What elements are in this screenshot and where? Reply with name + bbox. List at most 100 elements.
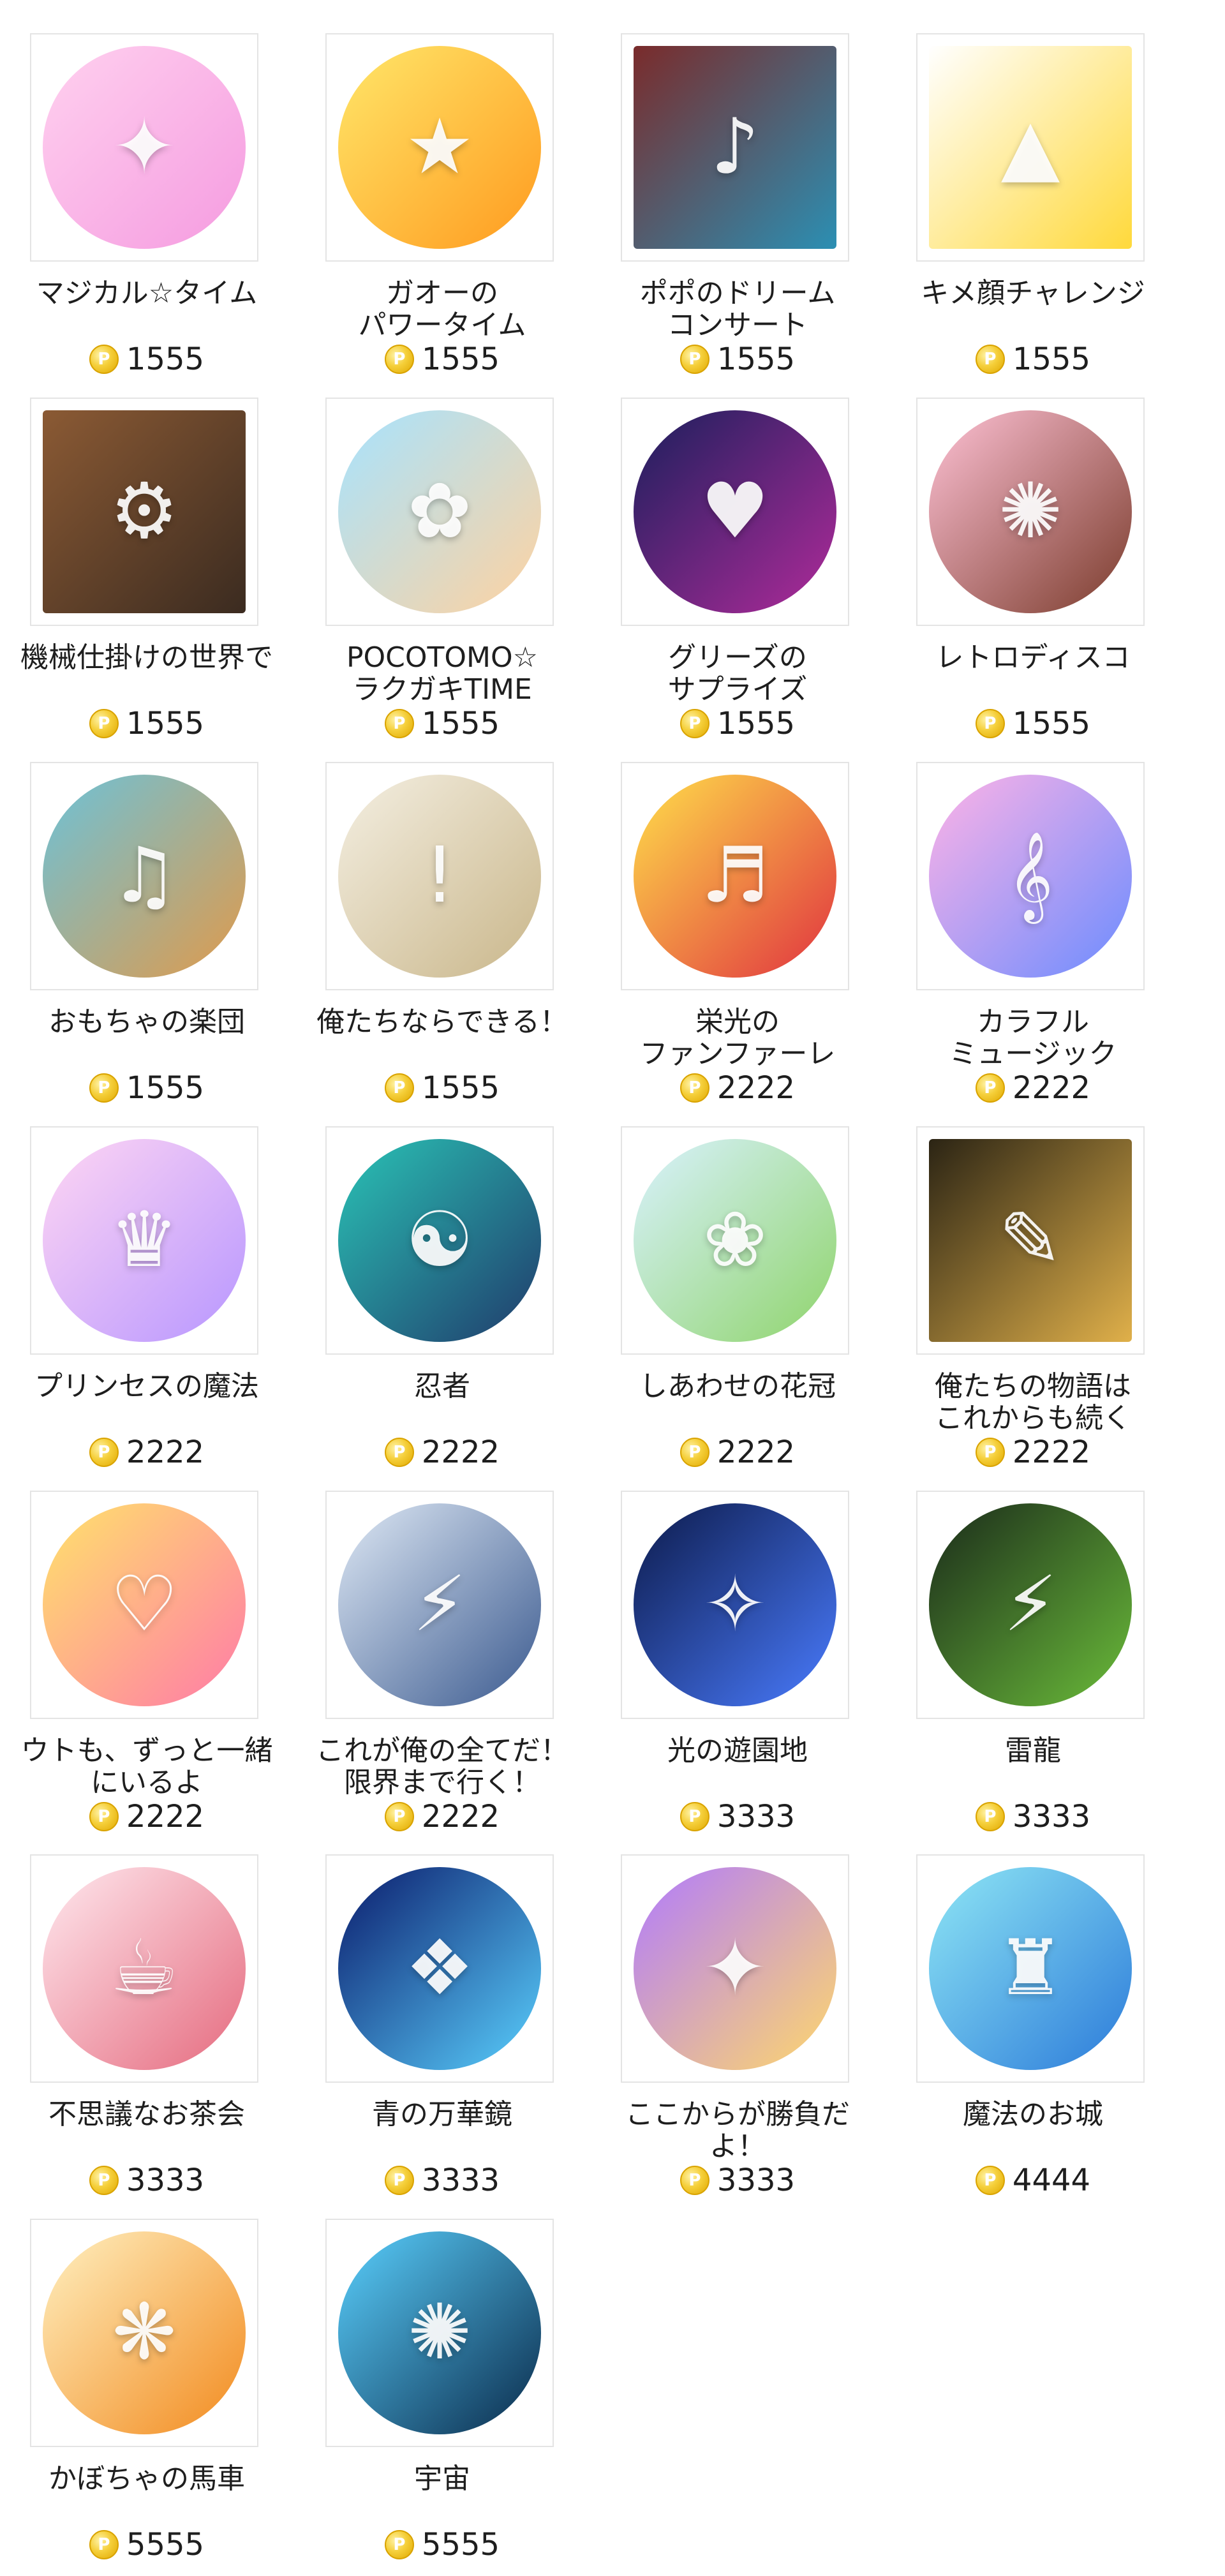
stamp-card[interactable]: ☕ 不思議なお茶会 P 3333	[0, 1854, 293, 2212]
price-value: 3333	[716, 2163, 796, 2198]
stamp-thumbnail[interactable]: ✎	[916, 1126, 1145, 1355]
stamp-name: ポポのドリーム コンサート	[639, 277, 836, 341]
stamp-card[interactable]: ❖ 青の万華鏡 P 3333	[295, 1854, 589, 2212]
stamp-art-glyph: ✦	[702, 1924, 768, 2013]
stamp-name: 宇宙	[414, 2462, 470, 2495]
stamp-card[interactable]: ✺ レトロディスコ P 1555	[886, 398, 1180, 755]
stamp-name: これが俺の全てだ！ 限界まで行く！	[316, 1734, 568, 1799]
stamp-thumbnail[interactable]: ✿	[325, 398, 554, 626]
stamp-card[interactable]: ⚡ これが俺の全てだ！ 限界まで行く！ P 2222	[295, 1491, 589, 1848]
stamp-thumbnail[interactable]: 𝄞	[916, 762, 1145, 990]
stamp-thumbnail[interactable]: ☯	[325, 1126, 554, 1355]
stamp-thumbnail[interactable]: ✦	[621, 1854, 849, 2083]
treble-clef-icon: 𝄞	[929, 775, 1132, 978]
stamp-thumbnail[interactable]: ⚡	[916, 1491, 1145, 1719]
stamp-price: P 2222	[295, 1799, 589, 1835]
price-value: 1555	[716, 341, 796, 377]
stamp-card[interactable]: ❋ かぼちゃの馬車 P 5555	[0, 2219, 293, 2576]
stamp-card[interactable]: ✦ マジカル☆タイム P 1555	[0, 33, 293, 391]
stamp-art-glyph: ✦	[112, 103, 177, 191]
stamp-thumbnail[interactable]: ♥	[621, 398, 849, 626]
stamp-thumbnail[interactable]: ✺	[325, 2219, 554, 2447]
space-ship-icon: ✺	[338, 2231, 541, 2434]
stamp-card[interactable]: ☯ 忍者 P 2222	[295, 1126, 589, 1484]
stamp-thumbnail[interactable]: !	[325, 762, 554, 990]
stamp-card[interactable]: ♛ プリンセスの魔法 P 2222	[0, 1126, 293, 1484]
stamp-thumbnail[interactable]: ✦	[30, 33, 258, 262]
bear-heart-icon: ♥	[634, 410, 836, 613]
stamp-thumbnail[interactable]: ♜	[916, 1854, 1145, 2083]
stamp-name: 不思議なお茶会	[48, 2098, 245, 2131]
stamp-art-glyph: ⚡	[1003, 1560, 1058, 1649]
price-value: 1555	[421, 341, 500, 377]
price-value: 2222	[421, 1434, 500, 1470]
stamp-thumbnail[interactable]: ❋	[30, 2219, 258, 2447]
stamp-card[interactable]: ★ ガオーの パワータイム P 1555	[295, 33, 589, 391]
doodle-train-icon: ✿	[338, 410, 541, 613]
coin-icon: P	[679, 1438, 709, 1467]
stamp-card[interactable]: ⚙ 機械仕掛けの世界で P 1555	[0, 398, 293, 755]
stamp-card[interactable]: ❀ しあわせの花冠 P 2222	[591, 1126, 884, 1484]
stamp-card[interactable]: ⚡ 雷龍 P 3333	[886, 1491, 1180, 1848]
stamp-name: カラフル ミュージック	[949, 1006, 1117, 1070]
stamp-card[interactable]: ✿ POCOTOMO☆ ラクガキTIME P 1555	[295, 398, 589, 755]
price-value: 3333	[126, 2163, 205, 2198]
stamp-card[interactable]: 𝄞 カラフル ミュージック P 2222	[886, 762, 1180, 1119]
coin-icon: P	[975, 1438, 1005, 1467]
stamp-card[interactable]: ♬ 栄光の ファンファーレ P 2222	[591, 762, 884, 1119]
coin-icon: P	[89, 345, 119, 374]
stamp-card[interactable]: ! 俺たちならできる！ P 1555	[295, 762, 589, 1119]
stamp-thumbnail[interactable]: ⚙	[30, 398, 258, 626]
stamp-art-glyph: ✎	[998, 1196, 1063, 1284]
stamp-name: 忍者	[414, 1370, 470, 1403]
coin-icon: P	[384, 2530, 414, 2559]
stamp-thumbnail[interactable]: ♪	[621, 33, 849, 262]
stamp-card[interactable]: ✎ 俺たちの物語は これからも続く P 2222	[886, 1126, 1180, 1484]
stamp-grid: ✦ マジカル☆タイム P 1555 ★ ガオーの パワータイム P 1555 ♪ ポポのドリーム …	[0, 0, 1225, 2563]
stamp-card[interactable]: ♜ 魔法のお城 P 4444	[886, 1854, 1180, 2212]
stamp-card[interactable]: ✺ 宇宙 P 5555	[295, 2219, 589, 2576]
stamp-name: かぼちゃの馬車	[48, 2462, 245, 2495]
stamp-name: しあわせの花冠	[639, 1370, 836, 1403]
stamp-thumbnail[interactable]: ❖	[325, 1854, 554, 2083]
stamp-price: P 3333	[0, 2163, 293, 2198]
stamp-card[interactable]: ▲ キメ顔チャレンジ P 1555	[886, 33, 1180, 391]
stamp-card[interactable]: ♥ グリーズの サプライズ P 1555	[591, 398, 884, 755]
stamp-card[interactable]: ♡ ウトも、ずっと一緒 にいるよ P 2222	[0, 1491, 293, 1848]
coin-icon: P	[89, 709, 119, 738]
stamp-thumbnail[interactable]: ♛	[30, 1126, 258, 1355]
stamp-name: 機械仕掛けの世界で	[20, 641, 273, 674]
stamp-name: ガオーの パワータイム	[358, 277, 526, 341]
stamp-thumbnail[interactable]: ♬	[621, 762, 849, 990]
stamp-thumbnail[interactable]: ♫	[30, 762, 258, 990]
stamp-card[interactable]: ♪ ポポのドリーム コンサート P 1555	[591, 33, 884, 391]
stamp-thumbnail[interactable]: ♡	[30, 1491, 258, 1719]
price-value: 2222	[126, 1434, 205, 1470]
stamp-price: P 2222	[0, 1434, 293, 1470]
stamp-art-glyph: ☕	[110, 1924, 179, 2013]
stamp-art-glyph: ☯	[405, 1196, 474, 1284]
stamp-thumbnail[interactable]: ☕	[30, 1854, 258, 2083]
kaleidoscope-icon: ❖	[338, 1867, 541, 2070]
stamp-thumbnail[interactable]: ❀	[621, 1126, 849, 1355]
price-value: 1555	[126, 1070, 205, 1106]
stamp-name: ウトも、ずっと一緒 にいるよ	[20, 1734, 273, 1799]
stamp-thumbnail[interactable]: ✧	[621, 1491, 849, 1719]
stamp-card[interactable]: ✦ ここからが勝負だ よ！ P 3333	[591, 1854, 884, 2212]
coin-icon: P	[679, 1073, 709, 1103]
stamp-card[interactable]: ✧ 光の遊園地 P 3333	[591, 1491, 884, 1848]
price-value: 5555	[421, 2527, 500, 2563]
coin-icon: P	[975, 1073, 1005, 1103]
stamp-price: P 1555	[0, 1070, 293, 1106]
stamp-art-glyph: ▲	[1000, 103, 1060, 191]
stamp-card[interactable]: ♫ おもちゃの楽団 P 1555	[0, 762, 293, 1119]
magic-girl-icon: ✦	[43, 46, 246, 249]
price-value: 2222	[1012, 1434, 1091, 1470]
stamp-thumbnail[interactable]: ✺	[916, 398, 1145, 626]
stamp-name: キメ顔チャレンジ	[921, 277, 1145, 309]
stamp-thumbnail[interactable]: ⚡	[325, 1491, 554, 1719]
stamp-thumbnail[interactable]: ▲	[916, 33, 1145, 262]
disco-afro-icon: ✺	[929, 410, 1132, 613]
stamp-thumbnail[interactable]: ★	[325, 33, 554, 262]
amusement-park-icon: ✧	[634, 1503, 836, 1706]
